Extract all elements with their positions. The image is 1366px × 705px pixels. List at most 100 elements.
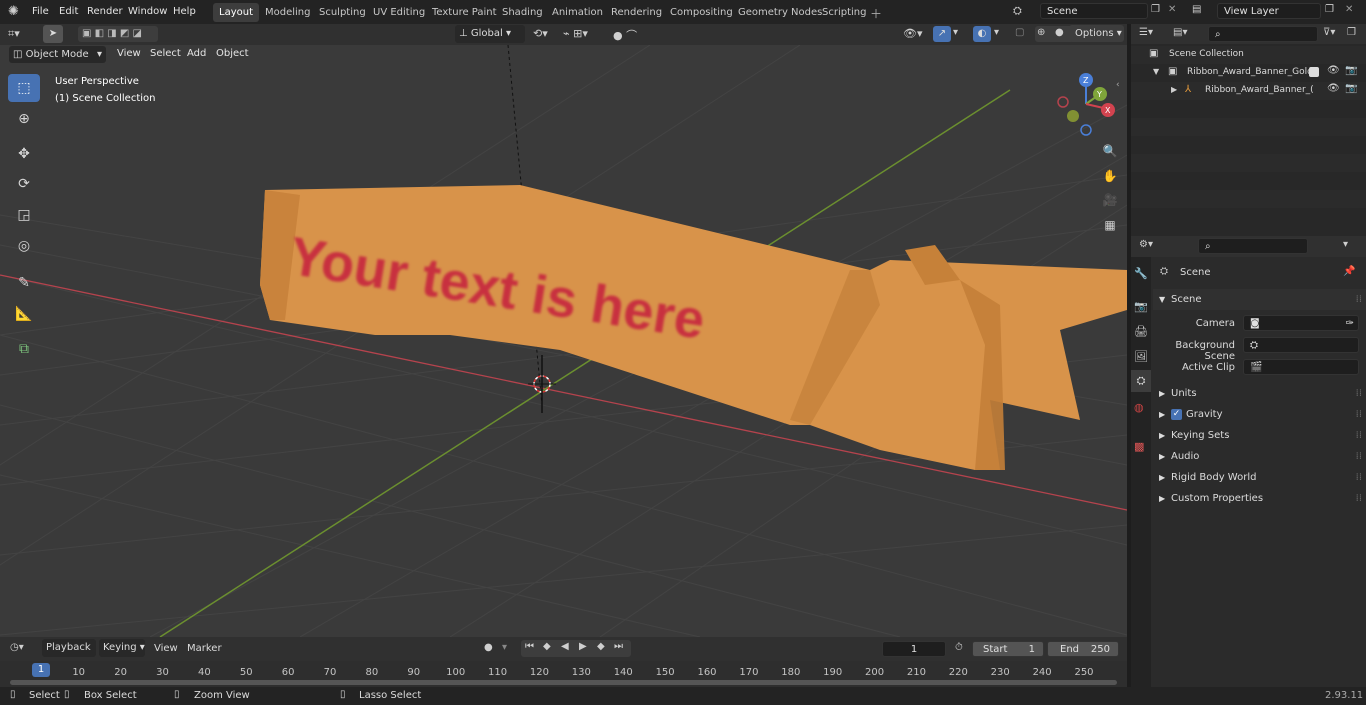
texture-tab-icon[interactable]: ▩ [1134, 440, 1144, 453]
end-frame-field[interactable]: End 250 [1047, 641, 1119, 657]
outliner-row-scene-collection[interactable]: ▣ Scene Collection [1131, 46, 1366, 64]
viewport-menu-object[interactable]: Object [216, 48, 249, 59]
pivot-icon[interactable]: ⟲▾ [533, 27, 548, 40]
annotate-tool[interactable]: ✎ [8, 269, 40, 297]
blender-logo-icon[interactable]: ✺ [8, 4, 19, 19]
play-icon[interactable]: ▶ [579, 641, 587, 652]
scene-section-header[interactable]: ▼ Scene ⁞⁞ [1153, 289, 1366, 310]
gizmo-dropdown-icon[interactable]: ▾ [953, 27, 958, 38]
measure-tool[interactable]: 📐 [8, 300, 40, 328]
keying-menu[interactable]: Keying ▾ [99, 639, 145, 657]
prev-keyframe-icon[interactable]: ◆ [543, 641, 551, 652]
camera-field[interactable]: ◙ ✑ [1243, 315, 1359, 331]
view-layer-tab-icon[interactable]: 🖼 [1134, 350, 1148, 363]
tool-tab-icon[interactable]: 🔧 [1134, 267, 1148, 280]
tab-sculpting[interactable]: Sculpting [313, 3, 372, 22]
options-dropdown[interactable]: Options ▾ [1069, 25, 1124, 42]
world-tab-icon[interactable]: ◍ [1134, 401, 1144, 414]
tab-compositing[interactable]: Compositing [664, 3, 739, 22]
select-box-tool[interactable]: ⬚ [8, 74, 40, 102]
render-tab-icon[interactable]: 📷 [1134, 300, 1148, 313]
drag-handle-icon[interactable]: ⁞⁞ [1356, 425, 1362, 446]
tab-layout[interactable]: Layout [213, 3, 259, 22]
new-view-layer-icon[interactable]: ❐ [1325, 4, 1334, 15]
scene-name-field[interactable]: Scene [1040, 3, 1148, 19]
close-view-layer-icon[interactable]: ✕ [1345, 4, 1353, 15]
solid-shading-icon[interactable]: ● [1055, 27, 1064, 38]
play-reverse-icon[interactable]: ◀ [561, 641, 569, 652]
panel-gravity[interactable]: ▶ ✓ Gravity ⁞⁞ [1153, 404, 1366, 425]
panel-keying-sets[interactable]: ▶ Keying Sets ⁞⁞ [1153, 425, 1366, 446]
select-mode-buttons[interactable]: ▣ ◧ ◨ ◩ ◪ [78, 26, 158, 42]
select-tool-icon[interactable]: ➤ [43, 25, 63, 43]
camera-view-icon[interactable]: 🎥 [1101, 193, 1119, 207]
viewport-menu-select[interactable]: Select [150, 48, 181, 59]
xray-icon[interactable]: ▢ [1015, 27, 1024, 38]
output-tab-icon[interactable]: 🖨 [1134, 325, 1148, 338]
properties-search-input[interactable]: ⌕ [1198, 238, 1308, 254]
panel-rigid-body-world[interactable]: ▶ Rigid Body World ⁞⁞ [1153, 467, 1366, 488]
navigation-gizmo[interactable]: Z Y X [1050, 70, 1120, 140]
tab-rendering[interactable]: Rendering [605, 3, 668, 22]
sidebar-toggle-icon[interactable]: ‹ [1116, 80, 1120, 90]
menu-edit[interactable]: Edit [59, 0, 78, 24]
drag-handle-icon[interactable]: ⁞⁞ [1356, 446, 1362, 467]
drag-handle-icon[interactable]: ⁞⁞ [1356, 488, 1362, 509]
drag-handle-icon[interactable]: ⁞⁞ [1356, 404, 1362, 425]
record-icon[interactable]: ● [484, 642, 493, 653]
menu-file[interactable]: File [32, 0, 49, 24]
overlay-toggle-icon[interactable]: ◐ [973, 26, 991, 42]
current-frame-field[interactable]: 1 [882, 641, 946, 657]
outliner-row-collection[interactable]: ▼ ▣ Ribbon_Award_Banner_Gold_ 👁 📷 [1131, 64, 1366, 82]
properties-dropdown-icon[interactable]: ▾ [1343, 239, 1348, 250]
tab-animation[interactable]: Animation [546, 3, 609, 22]
timeline-scrollbar[interactable] [10, 680, 1117, 685]
panel-custom-properties[interactable]: ▶ Custom Properties ⁞⁞ [1153, 488, 1366, 509]
display-mode-icon[interactable]: ▤▾ [1173, 27, 1187, 38]
overlay-dropdown-icon[interactable]: ▾ [994, 27, 999, 38]
cursor-tool[interactable]: ⊕ [8, 105, 40, 133]
scale-tool[interactable]: ◲ [8, 201, 40, 229]
zoom-icon[interactable]: 🔍 [1101, 144, 1119, 158]
wireframe-shading-icon[interactable]: ⊕ [1037, 27, 1045, 38]
3d-viewport[interactable]: Your text is here User Perspective (1) S… [0, 45, 1127, 637]
menu-render[interactable]: Render [87, 0, 123, 24]
include-checkbox[interactable] [1309, 67, 1319, 77]
close-scene-icon[interactable]: ✕ [1168, 4, 1176, 15]
view-layer-icon[interactable]: ▤ [1192, 4, 1201, 15]
new-scene-icon[interactable]: ❐ [1151, 4, 1160, 15]
add-workspace-icon[interactable]: ＋ [870, 5, 882, 22]
preview-range-icon[interactable]: ⏱ [955, 642, 963, 653]
tab-geometry-nodes[interactable]: Geometry Nodes [732, 3, 828, 22]
scene-tab-icon[interactable]: ⛭ [1131, 370, 1151, 392]
gravity-checkbox[interactable]: ✓ [1171, 409, 1182, 420]
menu-window[interactable]: Window [128, 0, 167, 24]
panel-units[interactable]: ▶ Units ⁞⁞ [1153, 383, 1366, 404]
expand-arrow-icon[interactable]: ▶ [1171, 85, 1177, 94]
gizmo-toggle-icon[interactable]: ↗ [933, 26, 951, 42]
viewport-menu-view[interactable]: View [117, 48, 141, 59]
proportional-edit-icon[interactable]: ● ⌒ [613, 27, 637, 43]
editor-type-icon[interactable]: ⌗▾ [8, 27, 20, 41]
tab-uv-editing[interactable]: UV Editing [367, 3, 431, 22]
add-cube-tool[interactable]: ⧉ [8, 335, 40, 363]
jump-end-icon[interactable]: ⏭ [614, 641, 623, 652]
marker-menu[interactable]: Marker [187, 643, 222, 654]
perspective-grid-icon[interactable]: ▦ [1101, 218, 1119, 232]
viewport-menu-add[interactable]: Add [187, 48, 206, 59]
new-collection-icon[interactable]: ❐ [1347, 27, 1356, 38]
snap-icon[interactable]: ⌁ ⊞▾ [563, 27, 588, 40]
auto-key-dropdown-icon[interactable]: ▾ [502, 642, 507, 653]
jump-start-icon[interactable]: ⏮ [525, 641, 534, 652]
next-keyframe-icon[interactable]: ◆ [597, 641, 605, 652]
rotate-tool[interactable]: ⟳ [8, 170, 40, 198]
active-clip-field[interactable]: 🎬 [1243, 359, 1359, 375]
eyedropper-icon[interactable]: ✑ [1346, 316, 1354, 332]
tab-scripting[interactable]: Scripting [816, 3, 872, 22]
scene-icon[interactable]: ⛭ [1013, 4, 1022, 18]
outliner-search-input[interactable]: ⌕ [1208, 26, 1318, 42]
pan-hand-icon[interactable]: ✋ [1101, 169, 1119, 183]
visibility-icon[interactable]: 👁▾ [903, 27, 923, 40]
view-layer-field[interactable]: View Layer [1217, 3, 1321, 19]
drag-handle-icon[interactable]: ⁞⁞ [1356, 289, 1362, 310]
